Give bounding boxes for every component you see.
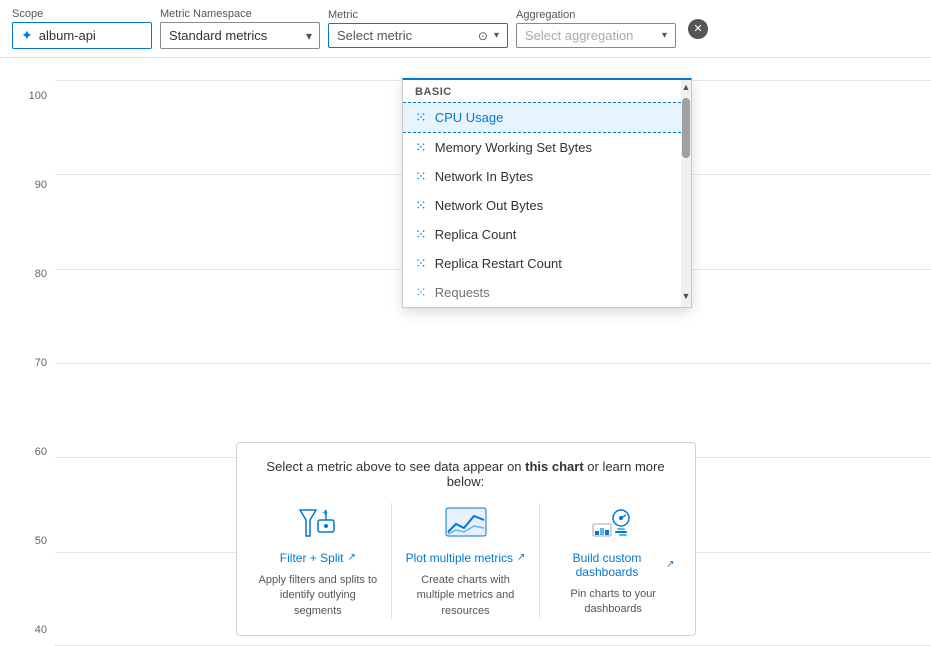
metric-icon: ⁙ [415,109,427,126]
plot-metrics-label: Plot multiple metrics [406,551,513,565]
metric-namespace-group: Metric Namespace Standard metrics [160,8,320,49]
dropdown-item-replica-restart[interactable]: ⁙ Replica Restart Count [403,249,681,278]
search-icon: ⊙ [478,29,488,43]
item-label-memory: Memory Working Set Bytes [435,140,592,155]
metric-namespace-select[interactable]: Standard metrics [160,22,320,49]
scope-input[interactable] [39,28,139,43]
external-link-icon-2: ↗ [517,552,525,563]
metric-icon: ⁙ [415,226,427,243]
item-label-replica-count: Replica Count [435,227,517,242]
grid-line-4 [55,363,931,364]
external-link-icon: ↗ [347,552,355,563]
plot-metrics-icon [441,503,491,543]
dropdown-item-requests[interactable]: ⁙ Requests [403,278,681,307]
dashboards-link[interactable]: Build custom dashboards ↗ [552,551,675,579]
filter-split-label: Filter + Split [280,551,344,565]
main-container: Scope ✦ Metric Namespace Standard metric… [0,0,931,646]
dashboards-desc: Pin charts to your dashboards [552,587,675,618]
dropdown-item-cpu-usage[interactable]: ⁙ CPU Usage [403,102,681,133]
item-label-cpu-usage: CPU Usage [435,110,504,125]
y-label-100: 100 [0,90,55,102]
metric-icon: ⁙ [415,139,427,156]
info-item-filter-split[interactable]: + Filter + Split ↗ Apply filters and spl… [257,503,380,619]
info-item-dashboards[interactable]: Build custom dashboards ↗ Pin charts to … [552,503,675,619]
item-label-network-out: Network Out Bytes [435,198,543,213]
metric-namespace-label: Metric Namespace [160,8,320,20]
scroll-down-arrow[interactable]: ▼ [680,289,693,303]
info-card-area: Select a metric above to see data appear… [0,442,931,646]
metric-placeholder: Select metric [337,28,472,43]
y-label-80: 80 [0,268,55,280]
dropdown-item-memory[interactable]: ⁙ Memory Working Set Bytes [403,133,681,162]
aggregation-group: Aggregation Select aggregation ▾ [516,9,676,48]
dropdown-item-network-out[interactable]: ⁙ Network Out Bytes [403,191,681,220]
dashboards-label: Build custom dashboards [552,551,662,579]
filter-split-icon: + [293,503,343,543]
filter-split-link[interactable]: Filter + Split ↗ [280,551,356,565]
info-card: Select a metric above to see data appear… [236,442,696,636]
metric-group: Metric Select metric ⊙ ▾ [328,9,508,48]
info-items: + Filter + Split ↗ Apply filters and spl… [257,503,675,619]
close-button[interactable]: ✕ [688,19,708,39]
metric-icon: ⁙ [415,284,427,301]
y-label-90: 90 [0,179,55,191]
metric-namespace-wrapper[interactable]: Standard metrics [160,22,320,49]
svg-text:+: + [322,508,328,519]
external-link-icon-3: ↗ [666,559,674,570]
metric-icon: ⁙ [415,168,427,185]
item-label-replica-restart: Replica Restart Count [435,256,562,271]
metric-label: Metric [328,9,508,21]
scope-input-wrap[interactable]: ✦ [12,22,152,49]
dropdown-item-replica-count[interactable]: ⁙ Replica Count [403,220,681,249]
y-label-70: 70 [0,357,55,369]
plot-metrics-link[interactable]: Plot multiple metrics ↗ [406,551,526,565]
dashboards-icon [588,503,638,543]
scrollbar-thumb[interactable] [682,98,690,158]
item-label-requests: Requests [435,285,490,300]
metric-chevron-down-icon: ▾ [494,30,499,41]
info-card-title: Select a metric above to see data appear… [257,459,675,489]
scope-label: Scope [12,8,152,20]
aggregation-field[interactable]: Select aggregation ▾ [516,23,676,48]
metric-dropdown: BASIC ⁙ CPU Usage ⁙ Memory Working Set B… [402,78,692,308]
aggregation-chevron-down-icon: ▾ [662,30,667,41]
scroll-up-arrow[interactable]: ▲ [680,80,693,94]
dropdown-item-network-in[interactable]: ⁙ Network In Bytes [403,162,681,191]
aggregation-label: Aggregation [516,9,676,21]
dropdown-scrollbar[interactable]: ▲ ▼ [681,80,691,307]
filter-bar: Scope ✦ Metric Namespace Standard metric… [0,0,931,58]
metric-icon: ⁙ [415,197,427,214]
metric-icon: ⁙ [415,255,427,272]
metric-field[interactable]: Select metric ⊙ ▾ [328,23,508,48]
scope-icon: ✦ [21,27,33,44]
filter-split-desc: Apply filters and splits to identify out… [257,573,380,619]
plot-metrics-desc: Create charts with multiple metrics and … [404,573,527,619]
info-item-plot-metrics[interactable]: Plot multiple metrics ↗ Create charts wi… [404,503,527,619]
scope-group: Scope ✦ [12,8,152,49]
dropdown-section-label: BASIC [403,80,681,102]
divider-1 [391,503,392,619]
divider-2 [539,503,540,619]
item-label-network-in: Network In Bytes [435,169,533,184]
aggregation-placeholder: Select aggregation [525,28,656,43]
